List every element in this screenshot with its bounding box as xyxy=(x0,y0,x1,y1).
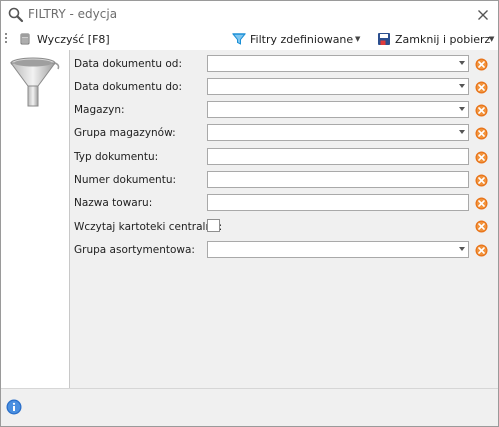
chevron-down-icon xyxy=(459,84,465,88)
clear-document-number-button[interactable] xyxy=(475,174,488,187)
close-and-fetch-button[interactable]: Zamknij i pobierz xyxy=(377,30,490,48)
toolbar-grip[interactable] xyxy=(5,33,7,45)
document-number-input[interactable] xyxy=(207,171,469,188)
clear-filters-button[interactable]: Wyczyść [F8] xyxy=(18,30,110,48)
close-and-fetch-label: Zamknij i pobierz xyxy=(395,32,491,46)
load-central-records-label: Wczytaj kartoteki centralne: xyxy=(74,221,223,233)
clear-product-name-button[interactable] xyxy=(475,197,488,210)
document-type-label: Typ dokumentu: xyxy=(74,151,159,163)
close-icon xyxy=(478,9,488,20)
predefined-filters-dropdown[interactable]: ▼ xyxy=(355,30,360,48)
clear-date-from-button[interactable] xyxy=(475,58,488,71)
date-to-label: Data dokumentu do: xyxy=(74,81,182,93)
load-central-records-checkbox[interactable] xyxy=(207,219,220,232)
date-from-label: Data dokumentu od: xyxy=(74,58,182,70)
assortment-group-dropdown[interactable] xyxy=(207,241,469,258)
document-type-input[interactable] xyxy=(207,148,469,165)
toolbar: Wyczyść [F8] Filtry zdefiniowane ▼ Zamkn… xyxy=(1,28,498,50)
magnifier-icon xyxy=(8,7,24,23)
window-title: FILTRY - edycja xyxy=(28,7,118,21)
assortment-group-label: Grupa asortymentowa: xyxy=(74,244,195,256)
funnel-icon xyxy=(232,33,246,45)
predefined-filters-button[interactable]: Filtry zdefiniowane xyxy=(232,30,353,48)
clear-load-central-records-button[interactable] xyxy=(475,220,488,233)
clear-warehouse-button[interactable] xyxy=(475,104,488,117)
chevron-down-icon xyxy=(459,61,465,65)
status-bar xyxy=(1,388,498,426)
close-button[interactable] xyxy=(468,1,498,28)
warehouse-group-dropdown[interactable] xyxy=(207,124,469,141)
warehouse-dropdown[interactable] xyxy=(207,101,469,118)
chevron-down-icon: ▼ xyxy=(355,35,361,43)
chevron-down-icon xyxy=(459,247,465,251)
info-icon[interactable] xyxy=(6,399,22,415)
chevron-down-icon: ▼ xyxy=(489,35,495,43)
warehouse-group-label: Grupa magazynów: xyxy=(74,127,176,139)
chevron-down-icon xyxy=(459,107,465,111)
clear-assortment-group-button[interactable] xyxy=(475,244,488,257)
product-name-label: Nazwa towaru: xyxy=(74,197,153,209)
product-name-input[interactable] xyxy=(207,194,469,211)
left-panel xyxy=(1,50,70,388)
save-close-icon xyxy=(378,33,390,45)
warehouse-label: Magazyn: xyxy=(74,104,125,116)
document-number-label: Numer dokumentu: xyxy=(74,174,177,186)
funnel-illustration-icon xyxy=(10,57,60,107)
eraser-icon xyxy=(20,33,30,45)
date-to-dropdown[interactable] xyxy=(207,78,469,95)
clear-date-to-button[interactable] xyxy=(475,81,488,94)
predefined-filters-label: Filtry zdefiniowane xyxy=(250,32,354,46)
chevron-down-icon xyxy=(459,130,465,134)
clear-warehouse-group-button[interactable] xyxy=(475,127,488,140)
filter-dialog-window: FILTRY - edycja Wyczyść [F8] Filtry zdef… xyxy=(0,0,499,427)
clear-document-type-button[interactable] xyxy=(475,151,488,164)
clear-filters-label: Wyczyść [F8] xyxy=(37,32,110,46)
close-and-fetch-dropdown[interactable]: ▼ xyxy=(489,30,494,48)
date-from-dropdown[interactable] xyxy=(207,55,469,72)
title-bar: FILTRY - edycja xyxy=(1,1,498,28)
